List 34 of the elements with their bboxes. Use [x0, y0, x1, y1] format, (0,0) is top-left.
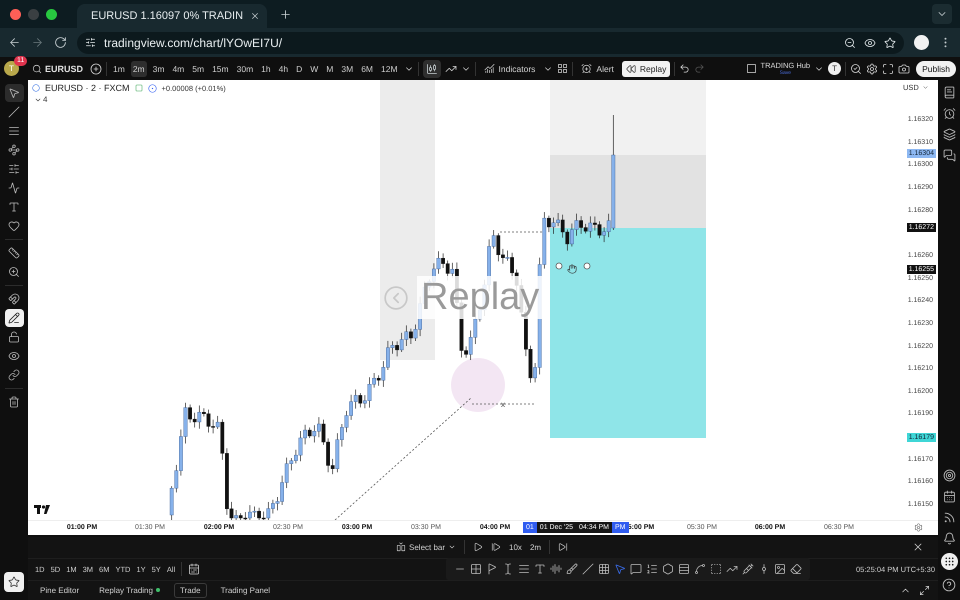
interval-button[interactable]: 3M	[339, 60, 356, 76]
interval-button[interactable]: 15m	[210, 60, 231, 76]
interval-button[interactable]: D	[294, 60, 304, 76]
marker-label: x	[501, 400, 505, 409]
interval-button[interactable]: 4h	[276, 60, 290, 76]
interval-button[interactable]: 1m	[111, 60, 127, 76]
panel-tab[interactable]: Trade	[174, 582, 207, 598]
url-text: tradingview.com/chart/lYOwEI7U/	[104, 36, 282, 50]
replay-watermark: Replay	[417, 276, 544, 319]
address-field[interactable]: tradingview.com/chart/lYOwEI7U/	[77, 32, 904, 54]
user-avatar[interactable]: T	[828, 62, 842, 75]
replay-button[interactable]: Replay	[622, 60, 670, 76]
interval-button[interactable]: M	[324, 60, 336, 76]
interval-button[interactable]: 1h	[259, 60, 273, 76]
panel-tab[interactable]: Trading Panel	[214, 582, 276, 598]
speed-button[interactable]: 10x	[509, 542, 522, 552]
interval-button[interactable]: 12M	[379, 60, 400, 76]
alert-button[interactable]: Alert	[577, 60, 618, 77]
interval-button[interactable]: 6M	[359, 60, 375, 76]
interval-button[interactable]: 3m	[150, 60, 166, 76]
panel-tab[interactable]: Replay Trading	[93, 582, 166, 598]
interval-button[interactable]: 2m	[530, 542, 542, 552]
select-bar-button[interactable]: Select bar	[396, 542, 456, 552]
interval-button[interactable]: 30m	[234, 60, 256, 76]
symbol-search[interactable]: EURUSD	[29, 64, 86, 74]
browser-tab[interactable]: EURUSD 1.16097 0% TRADIN	[77, 4, 267, 28]
interval-button[interactable]: 4m	[170, 60, 186, 76]
interval-button[interactable]: W	[308, 60, 320, 76]
indicators-button[interactable]: Indicators	[480, 60, 540, 77]
interval-button[interactable]: 2m	[130, 60, 147, 76]
interval-button[interactable]: 5m	[190, 60, 206, 76]
symbol-title[interactable]: EURUSD · 2 · FXCM	[45, 83, 130, 93]
publish-button[interactable]: Publish	[916, 60, 956, 76]
panel-tab[interactable]: Pine Editor	[34, 582, 86, 598]
